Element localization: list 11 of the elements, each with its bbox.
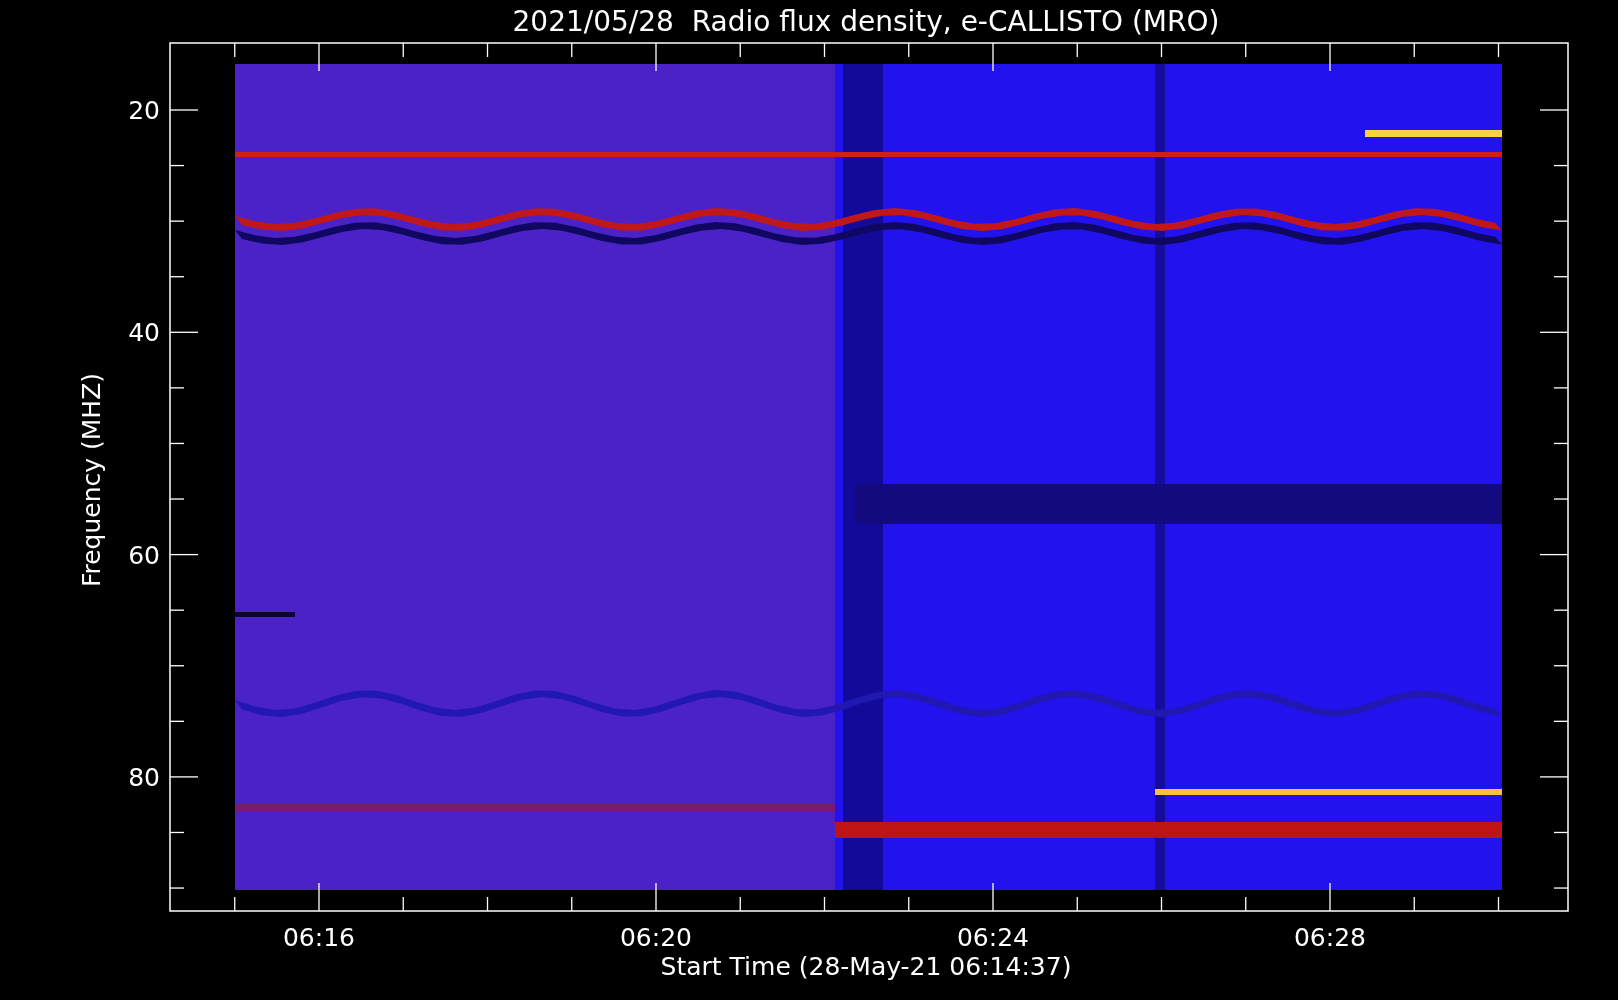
tick-label: 06:16	[283, 923, 355, 952]
tick-label: 06:28	[1294, 923, 1366, 952]
tick-label: 06:20	[620, 923, 692, 952]
axis-label: Frequency (MHZ)	[77, 372, 106, 588]
tick-label: 80	[128, 762, 160, 792]
tick-label: 20	[128, 96, 160, 125]
axis-label: Start Time (28-May-21 06:14:37)	[660, 952, 1072, 981]
tick-label: 60	[128, 540, 160, 570]
tick-label: 06:24	[957, 923, 1029, 952]
tick-label: 40	[128, 318, 160, 348]
chart-title: 2021/05/28 Radio flux density, e-CALLISTO (MRO)	[512, 5, 1220, 38]
